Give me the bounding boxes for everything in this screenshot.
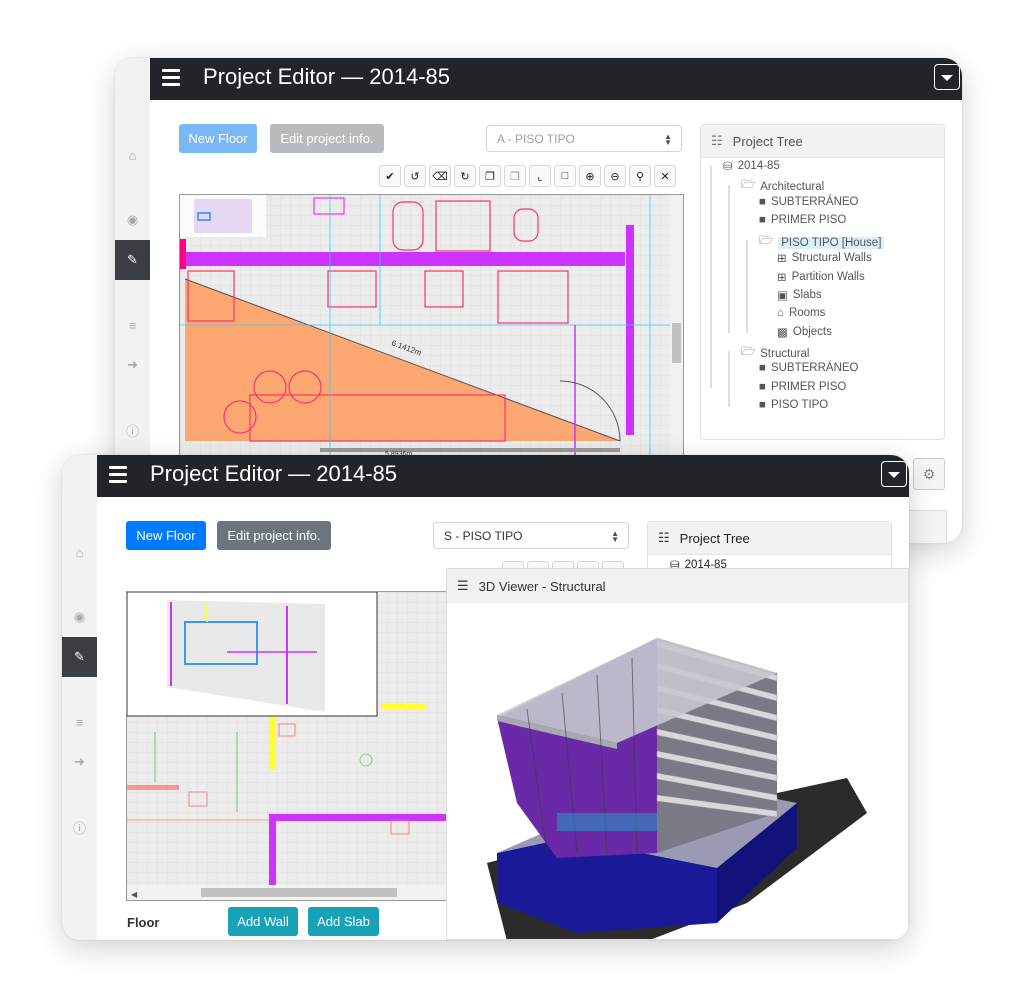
paste-icon[interactable]: ❐ <box>504 165 526 187</box>
check-icon[interactable]: ✔ <box>379 165 401 187</box>
eraser-icon[interactable]: ⌫ <box>429 165 451 187</box>
eye-icon[interactable]: ◉ <box>62 597 97 637</box>
folder-icon: ■ <box>759 214 766 226</box>
floor-select-value: A - PISO TIPO <box>497 131 575 146</box>
project-tree-title: Project Tree <box>732 133 803 149</box>
floor-select[interactable]: S - PISO TIPO ▲ ▼ <box>433 522 629 549</box>
tree-node-floor[interactable]: ■ PRIMER PISO <box>759 381 846 393</box>
undo-icon[interactable]: ↺ <box>404 165 426 187</box>
sitemap-icon: ☷ <box>658 530 670 545</box>
tree-node-layer[interactable]: ▣ Slabs <box>777 288 822 302</box>
drawing-toolbar: ✔ ↺ ⌫ ↻ ❐ ❐ ⌞ □ ⊕ ⊖ ⚲ ✕ <box>379 165 681 187</box>
plus-square-icon: ⊞ <box>777 272 787 284</box>
project-tree-panel: ☷ Project Tree ⛁ 2014-85 🗁 Architectural ■… <box>700 124 945 440</box>
gear-icon[interactable]: ⚙ <box>913 458 945 490</box>
eye-icon[interactable]: ◉ <box>115 200 150 240</box>
page-title: Project Editor — 2014-85 <box>150 461 398 486</box>
chevron-updown-icon: ▲ ▼ <box>664 132 672 147</box>
3d-viewer-header: ☰ 3D Viewer - Structural <box>447 569 908 604</box>
tree-node-floor[interactable]: ■ SUBTERRÁNEO <box>759 196 859 208</box>
floor-plan-canvas[interactable]: ◀ <box>126 591 458 901</box>
tree-node-layer[interactable]: ▩ Objects <box>777 325 832 339</box>
3d-viewer-panel: ☰ 3D Viewer - Structural <box>446 568 909 940</box>
edit-icon[interactable]: ✎ <box>115 240 150 280</box>
sliders-icon[interactable]: ≡ <box>115 305 150 345</box>
tree-node-layer[interactable]: ⌂ Rooms <box>777 307 825 319</box>
database-icon: ⛁ <box>723 161 733 173</box>
slab-icon: ▣ <box>777 290 788 302</box>
project-tree-title: Project Tree <box>679 530 750 546</box>
info-icon[interactable]: ⓘ <box>62 807 97 847</box>
floor-select[interactable]: A - PISO TIPO ▲ ▼ <box>486 125 682 152</box>
project-tree-header: ☷ Project Tree <box>701 125 944 158</box>
dropdown-toggle-button[interactable] <box>934 64 960 90</box>
sliders-icon[interactable]: ≡ <box>62 702 97 742</box>
add-slab-button[interactable]: Add Slab <box>308 907 379 936</box>
folder-icon: ■ <box>759 196 766 208</box>
ruler-icon[interactable]: ⌞ <box>529 165 551 187</box>
folder-open-icon: 🗁 <box>741 346 756 358</box>
tree-node-layer[interactable]: ⊞ Structural Walls <box>777 251 872 265</box>
zoom-in-icon[interactable]: ⊕ <box>579 165 601 187</box>
new-floor-button[interactable]: New Floor <box>179 124 257 153</box>
sign-out-icon[interactable]: ➜ <box>115 345 150 385</box>
floor-select-value: S - PISO TIPO <box>444 528 523 543</box>
top-bar: Project Editor — 2014-85 <box>97 455 909 497</box>
select-area-icon[interactable]: □ <box>554 165 576 187</box>
edit-project-info-button[interactable]: Edit project info. <box>270 124 384 153</box>
info-icon[interactable]: ⓘ <box>115 410 150 450</box>
folder-icon: ■ <box>759 381 766 393</box>
3d-building-render[interactable] <box>447 603 909 940</box>
folder-open-icon: 🗁 <box>741 179 756 191</box>
edit-icon[interactable]: ✎ <box>62 637 97 677</box>
tree-connector-lines <box>710 166 748 407</box>
floor-plan-drawing: ◀ <box>127 592 457 900</box>
tree-node-architectural[interactable]: 🗁 Architectural <box>741 177 824 196</box>
floor-plan-canvas[interactable]: 6.1412m 5.8936m <box>179 194 684 460</box>
house-icon: ⌂ <box>777 307 784 319</box>
home-icon[interactable]: ⌂ <box>115 135 150 175</box>
3d-viewer-title: 3D Viewer - Structural <box>478 578 606 594</box>
sign-out-icon[interactable]: ➜ <box>62 742 97 782</box>
menu-icon[interactable] <box>162 69 180 87</box>
tree-node-floor[interactable]: ■ PISO TIPO <box>759 399 828 411</box>
edit-project-info-button[interactable]: Edit project info. <box>217 521 331 550</box>
layers-icon: ☰ <box>457 578 469 593</box>
new-floor-button[interactable]: New Floor <box>126 521 206 550</box>
tree-node-floor[interactable]: ■ PRIMER PISO <box>759 214 846 226</box>
folder-open-icon: 🗁 <box>759 235 774 247</box>
chevron-updown-icon: ▲ ▼ <box>611 529 619 544</box>
front-editor-window: ⌂ ◉ ✎ ≡ ➜ ⓘ Project Editor — 2014-85 New… <box>62 455 909 940</box>
tree-node-floor[interactable]: ■ SUBTERRÁNEO <box>759 362 859 374</box>
plus-square-icon: ⊞ <box>777 253 787 265</box>
scroll-left-icon[interactable]: ◀ <box>131 890 138 899</box>
search-icon[interactable]: ⚲ <box>629 165 651 187</box>
dropdown-toggle-button[interactable] <box>881 461 907 487</box>
side-rail: ⌂ ◉ ✎ ≡ ➜ ⓘ <box>62 455 97 940</box>
zoom-out-icon[interactable]: ⊖ <box>604 165 626 187</box>
tree-node-layer[interactable]: ⊞ Partition Walls <box>777 270 865 284</box>
refresh-icon[interactable]: ↻ <box>454 165 476 187</box>
project-tree-header: ☷ Project Tree <box>648 522 891 555</box>
copy-icon[interactable]: ❐ <box>479 165 501 187</box>
sitemap-icon: ☷ <box>711 133 723 148</box>
page-title: Project Editor — 2014-85 <box>203 64 451 89</box>
tree-node-structural[interactable]: 🗁 Structural <box>741 344 809 363</box>
folder-icon: ■ <box>759 399 766 411</box>
tree-node-project[interactable]: ⛁ 2014-85 <box>723 159 780 173</box>
floor-plan-drawing: 6.1412m 5.8936m <box>180 195 683 459</box>
add-wall-button[interactable]: Add Wall <box>228 907 298 936</box>
floor-label: Floor <box>127 915 160 930</box>
close-icon[interactable]: ✕ <box>654 165 676 187</box>
tree-node-floor-selected[interactable]: 🗁 PISO TIPO [House] <box>759 233 885 252</box>
menu-icon[interactable] <box>109 466 127 484</box>
home-icon[interactable]: ⌂ <box>62 532 97 572</box>
folder-icon: ■ <box>759 362 766 374</box>
couch-icon: ▩ <box>777 327 788 339</box>
top-bar: Project Editor — 2014-85 <box>150 58 962 100</box>
